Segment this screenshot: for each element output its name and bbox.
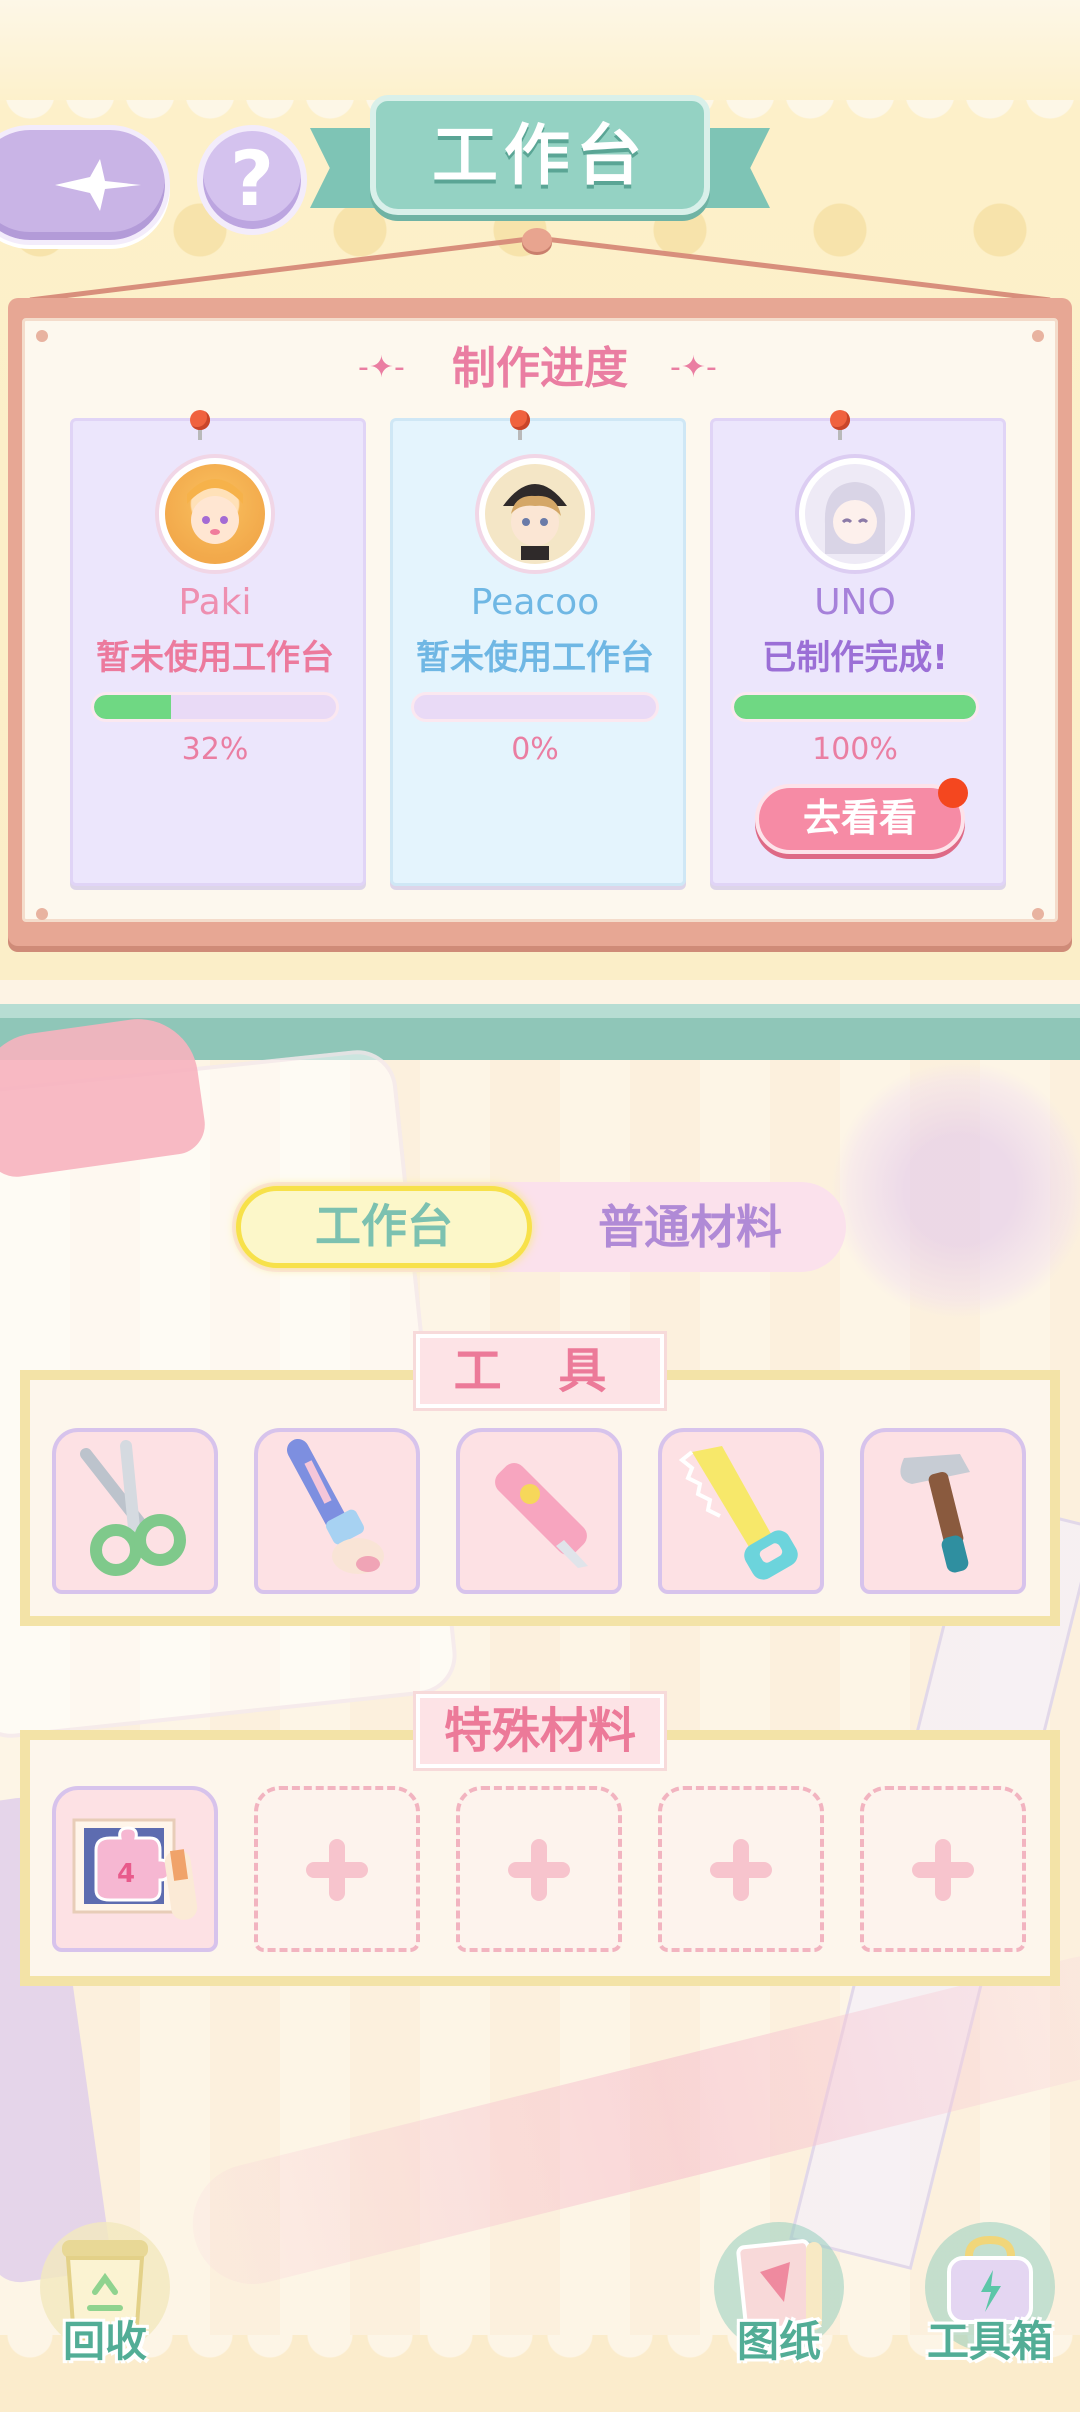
tool-slot-brush[interactable] <box>254 1428 420 1594</box>
hammer-icon <box>900 1454 970 1573</box>
avatar-peacoo <box>479 458 591 570</box>
material-slot-filled[interactable]: 4 <box>52 1786 218 1952</box>
character-status: 暂未使用工作台 <box>416 638 654 678</box>
recycle-button[interactable]: 回收 <box>30 2222 180 2369</box>
blueprint-label: 图纸 <box>736 2317 821 2366</box>
tab-workbench[interactable]: 工作台 <box>236 1186 532 1268</box>
title-ribbon: 工作台 <box>310 90 770 230</box>
pushpin-icon <box>830 410 850 430</box>
progress-percent: 100% <box>812 732 898 767</box>
character-status: 已制作完成! <box>762 638 948 678</box>
toolbox-label: 工具箱 <box>926 2317 1053 2366</box>
progress-percent: 0% <box>511 732 559 767</box>
decorative-lace <box>830 1060 1080 1320</box>
avatar-paki <box>159 458 271 570</box>
material-slot-empty-add[interactable] <box>456 1786 622 1952</box>
special-materials-label: 特殊材料 <box>416 1694 664 1768</box>
star-back-icon <box>55 159 141 211</box>
toolbox-button[interactable]: 工具箱 <box>905 2222 1075 2369</box>
scissors-icon <box>80 1440 186 1576</box>
notification-dot <box>938 778 968 808</box>
tool-slot-knife[interactable] <box>456 1428 622 1594</box>
page-title: 工作台 <box>432 117 648 194</box>
progress-percent: 32% <box>181 732 249 767</box>
puzzle-blueprint-icon: 4 <box>72 1818 198 1920</box>
tool-slot-scissors[interactable] <box>52 1428 218 1594</box>
material-slot-empty-add[interactable] <box>860 1786 1026 1952</box>
sparkle-icon: -✦- <box>670 350 717 385</box>
material-slot-empty-add[interactable] <box>658 1786 824 1952</box>
character-name: UNO <box>814 582 896 623</box>
puzzle-badge: 4 <box>117 1859 135 1889</box>
screw-icon <box>1032 908 1044 920</box>
paintbrush-icon <box>287 1439 384 1574</box>
progress-bar <box>411 692 659 722</box>
character-status: 暂未使用工作台 <box>96 638 334 678</box>
recycle-label: 回收 <box>62 2317 147 2366</box>
character-name: Peacoo <box>470 582 600 623</box>
screw-icon <box>36 908 48 920</box>
character-name: Paki <box>178 582 252 623</box>
pushpin-icon <box>190 410 210 430</box>
help-button[interactable]: ? <box>197 125 307 235</box>
progress-bar <box>91 692 339 722</box>
material-slot-empty-add[interactable] <box>254 1786 420 1952</box>
tab-common-materials[interactable]: 普通材料 <box>540 1186 840 1268</box>
avatar-uno <box>799 458 911 570</box>
nail-icon <box>522 228 552 252</box>
go-see-button[interactable]: 去看看 <box>755 784 965 854</box>
utility-knife-icon <box>495 1463 588 1568</box>
screw-icon <box>1032 330 1044 342</box>
tools-label: 工 具 <box>416 1334 664 1408</box>
tool-slot-saw[interactable] <box>658 1428 824 1594</box>
blueprint-button[interactable]: 图纸 <box>704 2222 854 2369</box>
help-icon: ? <box>229 134 275 223</box>
screw-icon <box>36 330 48 342</box>
tool-slot-hammer[interactable] <box>860 1428 1026 1594</box>
pushpin-icon <box>510 410 530 430</box>
saw-icon <box>678 1446 798 1580</box>
progress-bar <box>731 692 979 722</box>
